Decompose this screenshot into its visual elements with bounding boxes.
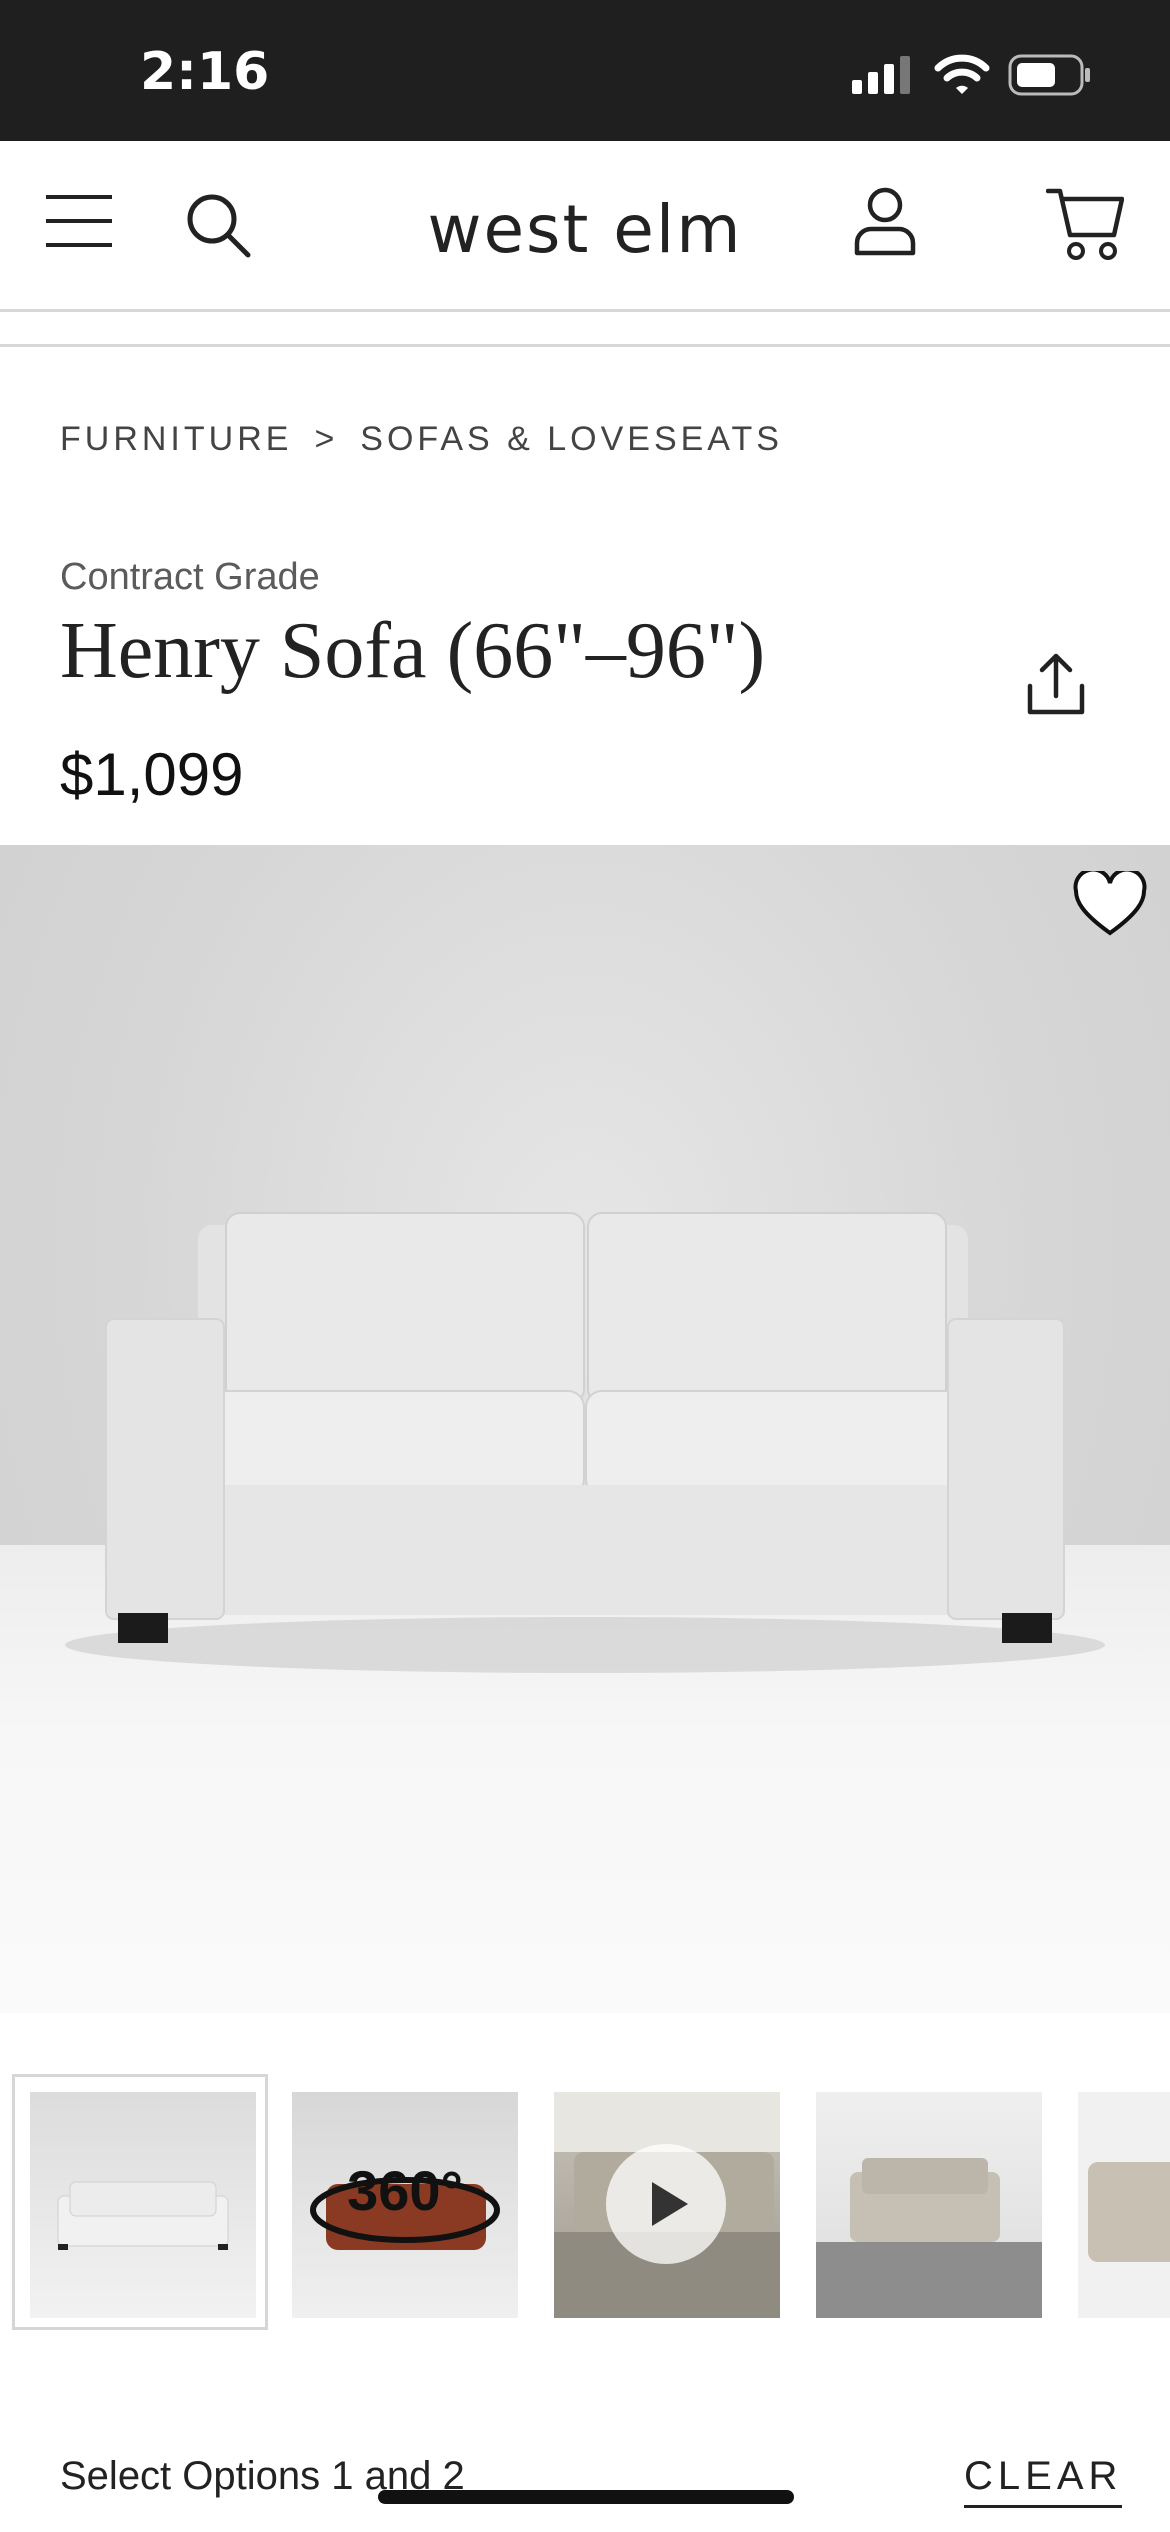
header-divider <box>0 344 1170 347</box>
clear-button[interactable]: CLEAR <box>964 2454 1123 2508</box>
product-price: $1,099 <box>60 741 244 808</box>
product-title: Henry Sofa (66"–96") <box>60 607 766 695</box>
brand-logo[interactable]: west elm <box>0 191 1170 268</box>
sofa-illustration <box>65 1212 1105 1673</box>
breadcrumb: FURNITURE > SOFAS & LOVESEATS <box>60 420 783 459</box>
battery-icon <box>1008 54 1090 96</box>
thumbnail-5[interactable] <box>1078 2092 1170 2318</box>
breadcrumb-separator: > <box>314 420 339 458</box>
thumbnail-room-image <box>816 2158 1042 2318</box>
status-bar: 2:16 <box>0 0 1170 141</box>
cart-icon[interactable] <box>1046 185 1124 261</box>
thumbnail-3[interactable] <box>554 2092 780 2318</box>
site-header: west elm <box>0 141 1170 312</box>
heart-icon[interactable] <box>1072 871 1148 939</box>
user-icon[interactable] <box>852 185 918 257</box>
thumbnail-2[interactable]: 360° <box>292 2092 518 2318</box>
thumbnail-partial-image <box>1088 2162 1170 2262</box>
home-indicator <box>378 2490 794 2504</box>
thumbnail-strip: 360° <box>0 2074 1170 2334</box>
product-hero-image[interactable] <box>0 845 1170 2013</box>
product-eyebrow: Contract Grade <box>60 556 320 598</box>
share-icon[interactable] <box>1022 650 1090 718</box>
cellular-signal-icon <box>852 56 910 94</box>
wifi-icon <box>934 54 990 94</box>
thumbnail-1[interactable] <box>30 2092 256 2318</box>
status-time: 2:16 <box>140 42 270 102</box>
thumbnail-360-label: 360° <box>347 2159 463 2222</box>
thumbnail-4[interactable] <box>816 2092 1042 2318</box>
breadcrumb-sofas-link[interactable]: SOFAS & LOVESEATS <box>360 420 783 459</box>
play-icon[interactable] <box>604 2142 728 2266</box>
thumbnail-sofa-image <box>57 2181 229 2250</box>
breadcrumb-furniture-link[interactable]: FURNITURE <box>60 420 292 459</box>
